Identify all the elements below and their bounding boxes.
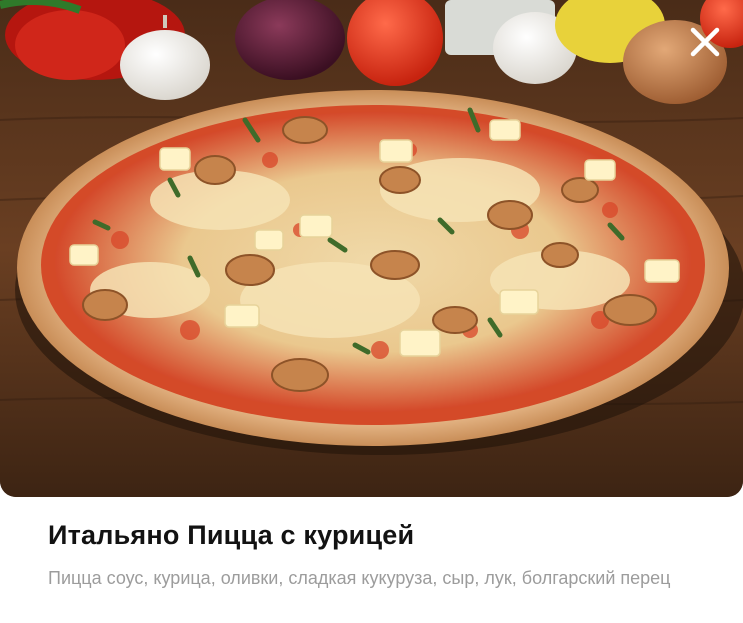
product-title: Итальяно Пицца с курицей bbox=[48, 520, 415, 550]
close-button[interactable] bbox=[685, 22, 725, 62]
product-photo bbox=[0, 0, 743, 497]
product-card: Итальяно Пицца с курицей Пицца соус, кур… bbox=[0, 0, 743, 623]
close-icon bbox=[690, 27, 720, 57]
product-description: Пицца соус, курица, оливки, сладкая куку… bbox=[48, 568, 671, 588]
